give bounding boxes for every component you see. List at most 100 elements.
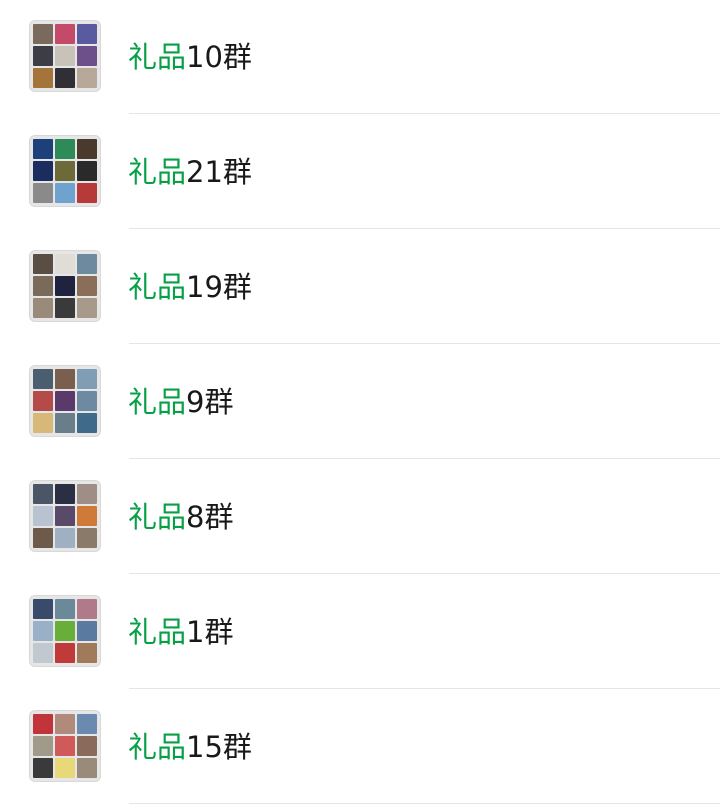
member-avatar-tile (33, 298, 53, 318)
group-chat-row[interactable]: 礼品8群 (0, 459, 720, 574)
member-avatar-tile (55, 484, 75, 504)
member-avatar-tile (55, 68, 75, 88)
group-search-result-list: 礼品10群 礼品21群 礼品19群 礼品9群 礼品8群 礼品1群 礼品15群 (0, 0, 720, 809)
member-avatar-tile (77, 714, 97, 734)
member-avatar-tile (33, 643, 53, 663)
member-avatar-tile (77, 391, 97, 411)
member-avatar-tile (55, 599, 75, 619)
member-avatar-tile (33, 161, 53, 181)
member-avatar-tile (55, 758, 75, 778)
search-match-highlight: 礼品 (128, 385, 187, 419)
member-avatar-tile (77, 413, 97, 433)
member-avatar-tile (33, 413, 53, 433)
group-avatar-grid (29, 365, 101, 437)
group-name: 礼品10群 (128, 37, 252, 77)
member-avatar-tile (77, 736, 97, 756)
member-avatar-tile (33, 484, 53, 504)
search-match-highlight: 礼品 (128, 270, 187, 304)
member-avatar-tile (33, 369, 53, 389)
member-avatar-tile (77, 276, 97, 296)
search-match-highlight: 礼品 (128, 615, 187, 649)
group-name-rest: 9群 (186, 385, 234, 419)
member-avatar-tile (33, 391, 53, 411)
member-avatar-tile (55, 391, 75, 411)
group-name-rest: 19群 (186, 270, 252, 304)
member-avatar-tile (55, 643, 75, 663)
search-match-highlight: 礼品 (128, 730, 187, 764)
member-avatar-tile (77, 758, 97, 778)
member-avatar-tile (33, 139, 53, 159)
member-avatar-tile (55, 24, 75, 44)
group-chat-row[interactable]: 礼品15群 (0, 689, 720, 804)
member-avatar-tile (77, 528, 97, 548)
member-avatar-tile (77, 161, 97, 181)
member-avatar-tile (77, 599, 97, 619)
group-avatar-grid (29, 595, 101, 667)
member-avatar-tile (33, 254, 53, 274)
member-avatar-tile (33, 758, 53, 778)
member-avatar-tile (77, 68, 97, 88)
member-avatar-tile (33, 183, 53, 203)
group-name: 礼品21群 (128, 152, 252, 192)
search-match-highlight: 礼品 (128, 500, 187, 534)
group-avatar-grid (29, 135, 101, 207)
member-avatar-tile (55, 621, 75, 641)
member-avatar-tile (33, 24, 53, 44)
group-avatar-grid (29, 710, 101, 782)
row-divider (129, 803, 720, 804)
member-avatar-tile (33, 506, 53, 526)
group-chat-row[interactable]: 礼品21群 (0, 114, 720, 229)
group-name: 礼品19群 (128, 267, 252, 307)
group-chat-row[interactable]: 礼品9群 (0, 344, 720, 459)
group-name: 礼品15群 (128, 727, 252, 767)
group-avatar-grid (29, 20, 101, 92)
group-chat-row[interactable]: 礼品1群 (0, 574, 720, 689)
member-avatar-tile (77, 621, 97, 641)
member-avatar-tile (33, 736, 53, 756)
member-avatar-tile (55, 139, 75, 159)
search-match-highlight: 礼品 (128, 40, 187, 74)
group-name: 礼品1群 (128, 612, 233, 652)
member-avatar-tile (55, 528, 75, 548)
member-avatar-tile (55, 714, 75, 734)
group-avatar-grid (29, 480, 101, 552)
member-avatar-tile (77, 506, 97, 526)
member-avatar-tile (55, 736, 75, 756)
member-avatar-tile (77, 139, 97, 159)
member-avatar-tile (33, 621, 53, 641)
group-chat-row[interactable]: 礼品10群 (0, 0, 720, 114)
member-avatar-tile (33, 599, 53, 619)
member-avatar-tile (77, 46, 97, 66)
group-name: 礼品8群 (128, 497, 233, 537)
member-avatar-tile (77, 254, 97, 274)
group-avatar-grid (29, 250, 101, 322)
member-avatar-tile (55, 413, 75, 433)
search-match-highlight: 礼品 (128, 155, 187, 189)
member-avatar-tile (77, 298, 97, 318)
member-avatar-tile (55, 369, 75, 389)
group-name-rest: 15群 (186, 730, 252, 764)
member-avatar-tile (77, 183, 97, 203)
group-name: 礼品9群 (128, 382, 233, 422)
member-avatar-tile (55, 183, 75, 203)
member-avatar-tile (77, 484, 97, 504)
member-avatar-tile (33, 276, 53, 296)
member-avatar-tile (77, 369, 97, 389)
member-avatar-tile (33, 714, 53, 734)
member-avatar-tile (55, 276, 75, 296)
group-name-rest: 10群 (186, 40, 252, 74)
member-avatar-tile (77, 643, 97, 663)
member-avatar-tile (55, 506, 75, 526)
group-name-rest: 1群 (186, 615, 234, 649)
member-avatar-tile (33, 528, 53, 548)
group-name-rest: 21群 (186, 155, 252, 189)
member-avatar-tile (55, 161, 75, 181)
member-avatar-tile (55, 254, 75, 274)
group-name-rest: 8群 (186, 500, 234, 534)
group-chat-row[interactable]: 礼品19群 (0, 229, 720, 344)
member-avatar-tile (55, 298, 75, 318)
member-avatar-tile (77, 24, 97, 44)
member-avatar-tile (33, 68, 53, 88)
member-avatar-tile (33, 46, 53, 66)
member-avatar-tile (55, 46, 75, 66)
